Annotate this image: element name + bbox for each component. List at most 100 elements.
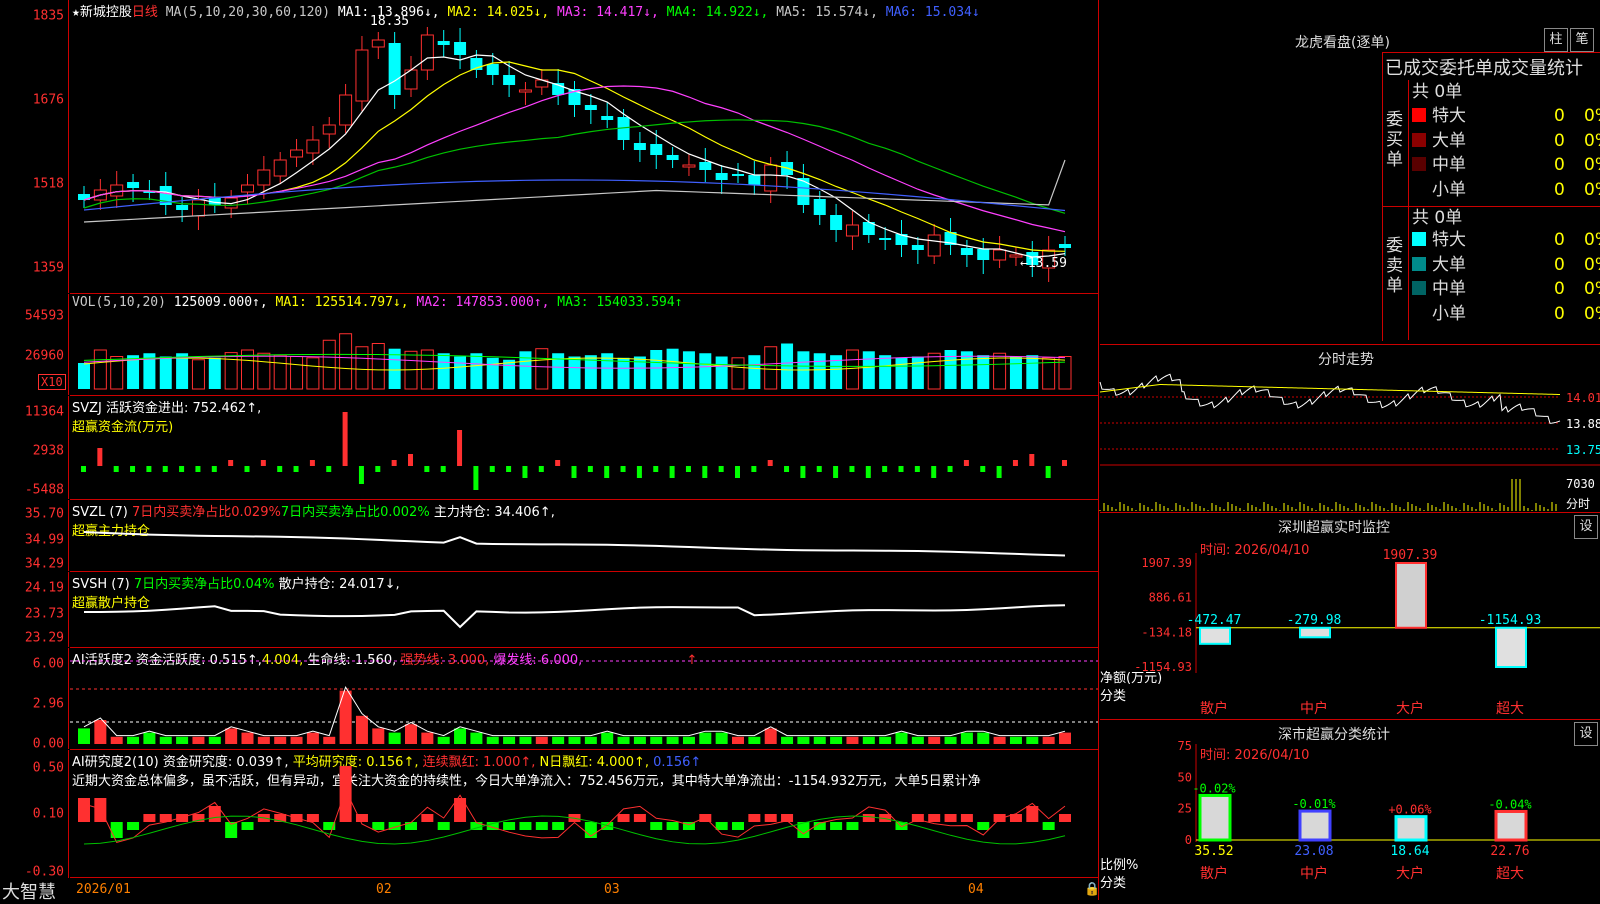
research-bar [110,822,123,838]
bar-value-label: -279.98 [1287,613,1342,628]
research-bar [437,822,450,830]
color-swatch [1412,232,1426,246]
axis-tick-label: 886.61 [1149,591,1192,605]
change-label: -0.04% [1488,797,1532,811]
axis-label: 1518 [32,176,64,192]
flow-bar [653,466,659,472]
flow-bar [538,466,544,472]
flow-bar [604,466,610,478]
research-bar [601,822,614,830]
activity-bar [1009,736,1022,744]
color-swatch [1412,108,1426,122]
activity-bar [94,720,107,744]
activity-bar [584,736,597,744]
category-label: 超大 [1496,866,1524,882]
flow-bar [375,466,381,472]
classify-panel: 深市超赢分类统计 设 时间: 2026/04/10 比例% 分类 75 50 25 0… [1100,720,1600,900]
volume-bar [93,349,107,390]
row-count: 0 [1554,303,1565,324]
row-pct: 0% [1584,303,1600,324]
ai-activity-pane[interactable]: AI活跃度2 资金活跃度: 0.515↑,4.004, 生命线: 1.560, … [70,648,1098,750]
activity-bar [813,736,826,744]
tick-toggle-button[interactable]: 笔 [1570,28,1594,52]
research-bar [830,822,843,830]
flow-bar [735,466,740,478]
candle-body [764,164,778,192]
net-amount-bar [1395,562,1427,629]
flow-bar [342,412,348,466]
flow-bar [751,466,757,472]
candle-body [1059,244,1071,248]
activity-bar [977,732,990,744]
research-bar [143,814,156,822]
flow-bar [833,466,839,478]
volume-bar [159,356,172,389]
row-label: 小单 [1432,303,1466,324]
volume-bar [355,346,369,390]
volume-bar [764,346,778,390]
flow-bar [587,466,593,472]
intra-axis-label: 14.01 [1566,391,1600,405]
change-label: -0.01% [1292,797,1336,811]
activity-bar [225,728,238,744]
volume-bar [486,357,499,389]
candle-body [437,41,450,45]
flow-bar [702,466,708,478]
net-amount-bar [1199,626,1231,645]
lhb-row: 小单 0 0% [1412,302,1600,326]
svzj-pane[interactable]: SVZJ 活跃资金进出: 752.462↑, 超赢资金流(万元) [70,396,1098,500]
sell-side-label: 委卖单 [1386,236,1403,296]
buy-side-label: 委买单 [1386,110,1403,170]
research-bar [405,822,417,830]
bar-value-label: -1154.93 [1479,613,1542,628]
flow-bar [555,460,561,466]
low-annotation: ←13.59 [1020,256,1067,271]
axis-tick-label: 1907.39 [1141,556,1192,570]
research-bar [127,822,140,830]
volume-bar [699,353,712,389]
svzl-pane[interactable]: SVZL (7) 7日内买卖净占比0.029%7日内买卖净占比0.002% 主力… [70,500,1098,572]
research-bar [666,822,679,830]
research-bar [732,822,744,830]
category-label: 中户 [1300,700,1328,717]
flow-bar [326,466,332,472]
row-pct: 0% [1584,230,1600,250]
volume-pane[interactable]: VOL(5,10,20) 125009.000↑, MA1: 125514.79… [70,294,1098,396]
research-bar [862,814,875,822]
svsh-pane[interactable]: SVSH (7) 7日内买卖净占比0.04% 散户持仓: 24.017↓, 超赢… [70,572,1098,648]
candle-body [290,149,304,158]
bar-toggle-button[interactable]: 柱 [1544,28,1568,52]
volume-bar [617,357,630,389]
flow-bar [849,466,855,472]
volume-bar [845,349,859,390]
volume-bar [322,339,336,390]
brand-logo: 大智慧 [2,882,56,903]
candle-body [339,94,353,126]
date-label: 04 [968,882,984,897]
axis-label: 54593 [24,308,64,324]
volume-bar [191,359,205,390]
flow-bar [146,466,152,472]
activity-bar [601,732,614,744]
lhb-row: 中单 0 0% [1412,153,1600,177]
lhb-title: 龙虎看盘(逐单) [1295,35,1390,51]
intraday-panel[interactable]: 分时走势 14.01 13.88 13.75 7030 分时 [1099,345,1600,511]
activity-bar [290,736,303,744]
candle-body [748,175,761,185]
axis-tick-label: 0 [1185,833,1192,847]
ai2-axis: 0.50 0.10 -0.30 [0,750,69,880]
activity-bar [437,736,450,744]
color-swatch [1412,132,1426,147]
activity-bar [1026,736,1039,744]
flow-bar [358,466,364,484]
intra-vol-unit: 分时 [1566,497,1591,511]
flow-bar [1029,454,1035,466]
ai-research-pane[interactable]: AI研究度2(10) 资金研究度: 0.039↑, 平均研究度: 0.156↑,… [70,750,1098,878]
volume-bar [813,353,826,389]
flow-bar [947,466,953,472]
candle-body [682,164,696,168]
flow-bar [244,466,250,472]
row-label: 大单 [1432,254,1466,275]
kline-pane[interactable]: ★新城控股日线 MA(5,10,20,30,60,120) MA1: 13.89… [70,0,1098,294]
research-bar [241,822,254,830]
